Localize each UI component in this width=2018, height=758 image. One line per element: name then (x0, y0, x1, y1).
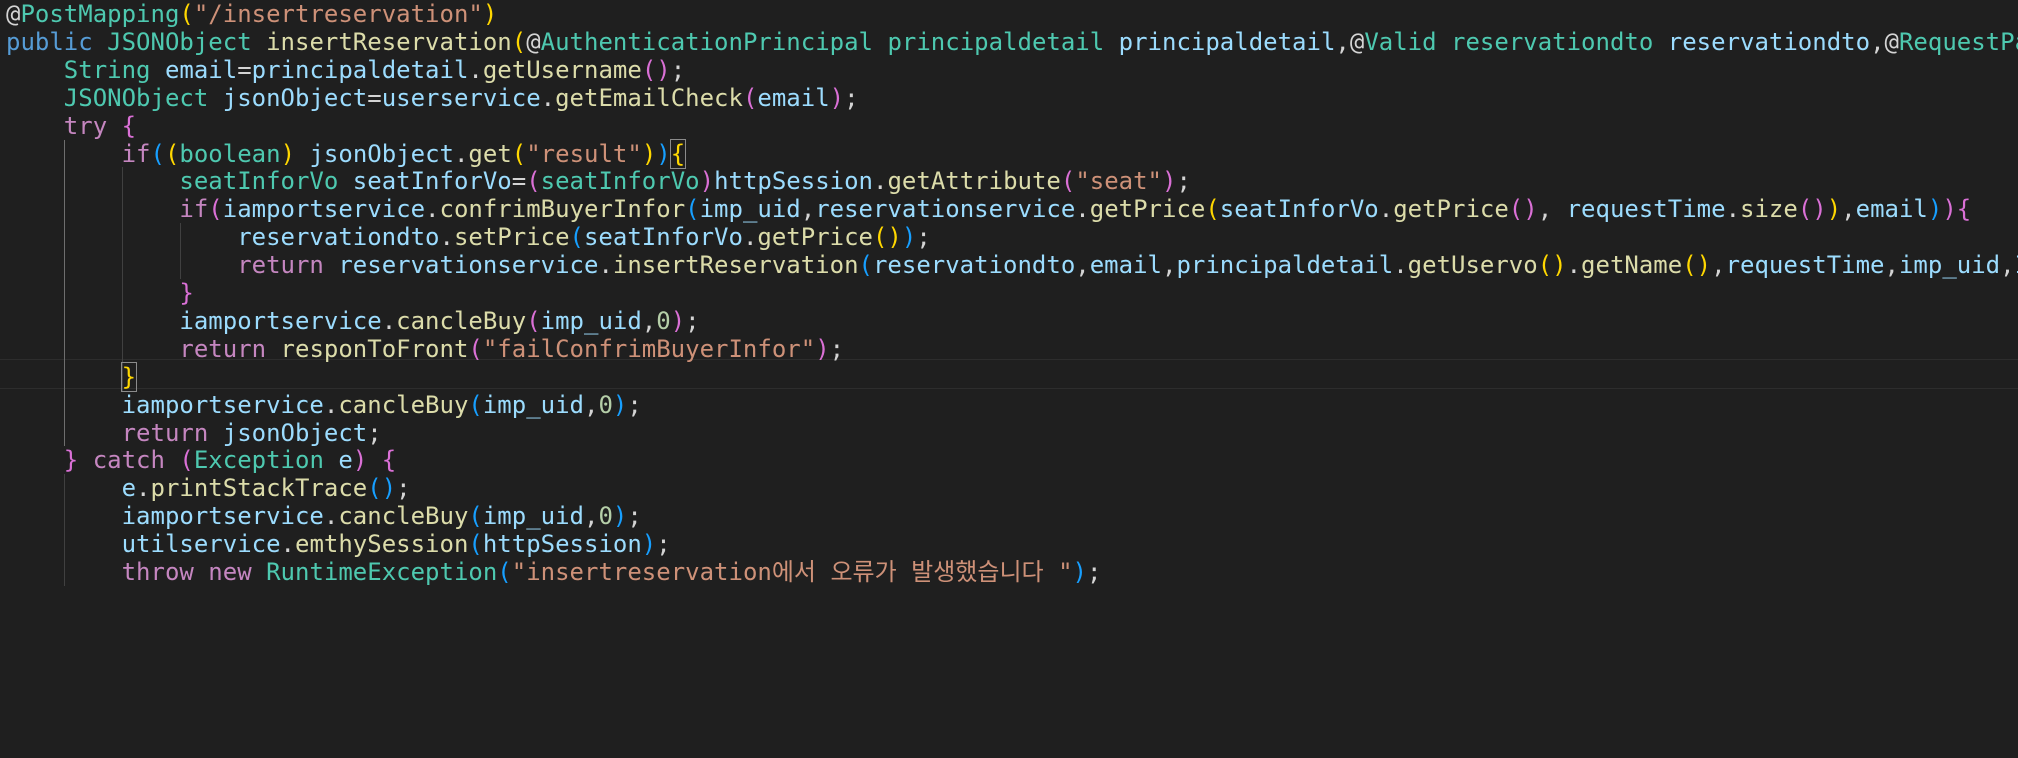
code-token: jsonObject (222, 83, 368, 112)
code-token: , (1537, 195, 1567, 224)
code-token: . (540, 83, 556, 112)
code-token: , (584, 390, 599, 419)
code-token: ) (1826, 195, 1842, 224)
code-token: getEmailCheck (555, 83, 743, 112)
code-token: getUservo (1407, 251, 1538, 280)
code-token: responToFront (280, 334, 469, 363)
code-token: ( (468, 334, 483, 363)
code-token: principaldetail (1118, 27, 1336, 56)
code-token: seatInforVo (1219, 195, 1379, 224)
code-token: I (2015, 251, 2018, 279)
code-token: . (1566, 251, 1582, 280)
code-token: requestTime (1566, 195, 1726, 224)
code-token: RuntimeException (266, 558, 498, 586)
code-token: ; (1086, 558, 1102, 586)
code-token: ( (858, 251, 873, 280)
code-token: requestTime (1725, 251, 1885, 280)
code-token: reservationdto (1667, 27, 1871, 56)
code-token: () (1797, 195, 1827, 224)
code-token: ) (815, 334, 830, 363)
code-token: 0 (598, 390, 613, 419)
code-token: = (367, 83, 382, 112)
code-token: imp_uid (482, 390, 584, 419)
code-token: () (1508, 195, 1538, 224)
code-token: reservationdto (872, 251, 1076, 280)
code-token: ) (1942, 195, 1957, 224)
code-token: , (1841, 195, 1856, 224)
code-token: getPrice (1089, 195, 1206, 224)
code-token: insertReservation (612, 251, 859, 280)
code-token: return (179, 334, 267, 363)
code-token: . (1378, 195, 1394, 224)
code-token: ) (1927, 195, 1943, 224)
code-token: , (1870, 27, 1885, 56)
code-token: ; (627, 390, 642, 419)
code-token: . (598, 251, 613, 280)
code-token: , (1335, 27, 1350, 56)
code-token: ) (829, 83, 845, 112)
code-token: getPrice (1393, 195, 1509, 224)
code-token: () (1682, 251, 1712, 280)
code-token: email (757, 83, 830, 112)
code-token: ) (612, 390, 628, 419)
code-token: principaldetail (887, 27, 1105, 56)
code-token: () (1537, 251, 1567, 280)
code-token: , (1884, 251, 1899, 280)
code-token: email (1089, 251, 1162, 280)
code-line[interactable]: throw new RuntimeException("insertreserv… (6, 554, 1102, 590)
code-token: throw (121, 558, 194, 586)
code-token: email (1855, 195, 1928, 224)
code-token: , (2000, 251, 2015, 280)
code-token: ( (468, 390, 483, 419)
code-token: @ (1349, 27, 1365, 56)
code-token: ; (844, 83, 859, 112)
code-line[interactable]: return reservationservice.insertReservat… (6, 247, 2018, 283)
code-token: imp_uid (1898, 251, 2001, 280)
code-token: . (1393, 251, 1408, 280)
code-token: RequestPa (1898, 27, 2018, 56)
code-token: @ (1884, 27, 1899, 56)
code-token: ) (1072, 558, 1087, 586)
code-token: principaldetail (1176, 251, 1394, 280)
code-token: , (1075, 251, 1090, 280)
code-token: reservationservice (338, 251, 599, 280)
code-token: new (208, 558, 252, 586)
code-token: getName (1581, 251, 1683, 280)
code-token: userservice (381, 83, 541, 112)
code-token: ( (1205, 195, 1220, 224)
code-editor[interactable]: @PostMapping("/insertreservation") public… (0, 0, 2018, 758)
code-token: ( (497, 558, 512, 586)
code-token: , (1711, 251, 1726, 280)
code-token: ; (829, 334, 845, 363)
code-token: . (1725, 195, 1741, 224)
code-token: Valid (1364, 27, 1437, 56)
code-token: . (1075, 195, 1090, 224)
code-token: ( (742, 83, 758, 112)
code-token: , (1161, 251, 1177, 280)
code-token: return (237, 251, 324, 280)
code-token: { (1956, 195, 1972, 224)
code-token: size (1740, 195, 1798, 224)
code-token: "insertreservation에서 오류가 발생했습니다 " (511, 558, 1073, 586)
code-token: "failConfrimBuyerInfor" (482, 334, 816, 363)
code-token: reservationdto (1451, 27, 1654, 56)
